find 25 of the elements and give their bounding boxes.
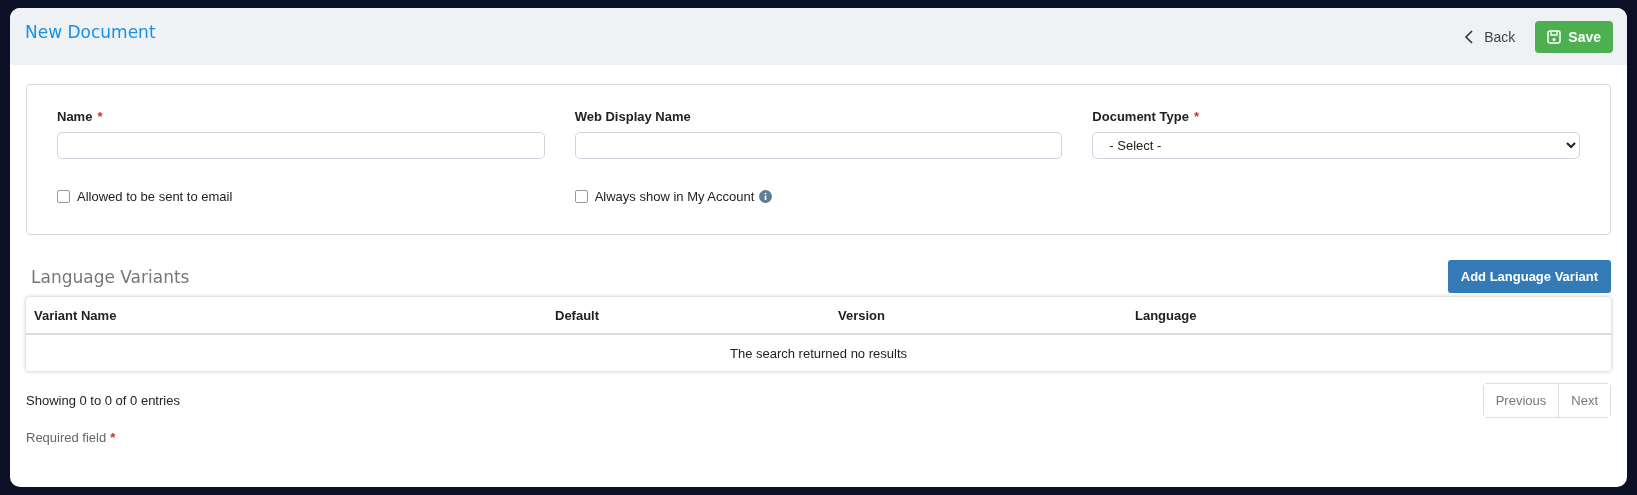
column-header[interactable]: Default <box>555 307 838 323</box>
footnote: Required field <box>26 430 107 445</box>
checkbox[interactable] <box>574 190 588 203</box>
column-header[interactable]: Variant Name <box>34 307 555 323</box>
required-mark: * <box>1193 109 1199 124</box>
section-title: Language Variants <box>31 266 190 287</box>
select-field[interactable]: - Select - <box>1092 132 1580 159</box>
column-header[interactable]: Version <box>838 307 1135 323</box>
required-mark: * <box>97 109 103 124</box>
empty-message: The search returned no results <box>729 345 907 361</box>
text-field[interactable] <box>574 132 1063 159</box>
field-label: Web Display Name <box>574 109 691 124</box>
field-label: Document Type <box>1092 109 1189 124</box>
chevron-left-icon <box>1464 29 1475 44</box>
entries-summary: Showing 0 to 0 of 0 entries <box>26 393 180 408</box>
checkbox-label: Always show in My Account <box>594 189 755 204</box>
required-mark: * <box>110 430 116 445</box>
field-label: Name <box>57 109 93 124</box>
column-header[interactable]: Language <box>1135 307 1611 323</box>
modal-title: New Document <box>25 21 156 42</box>
checkbox[interactable] <box>57 190 70 203</box>
text-field[interactable] <box>57 132 545 159</box>
back-button[interactable]: Back <box>1454 22 1526 51</box>
add-language-variant-button[interactable]: Add Language Variant <box>1447 260 1611 293</box>
checkbox-label: Allowed to be sent to email <box>77 189 233 204</box>
